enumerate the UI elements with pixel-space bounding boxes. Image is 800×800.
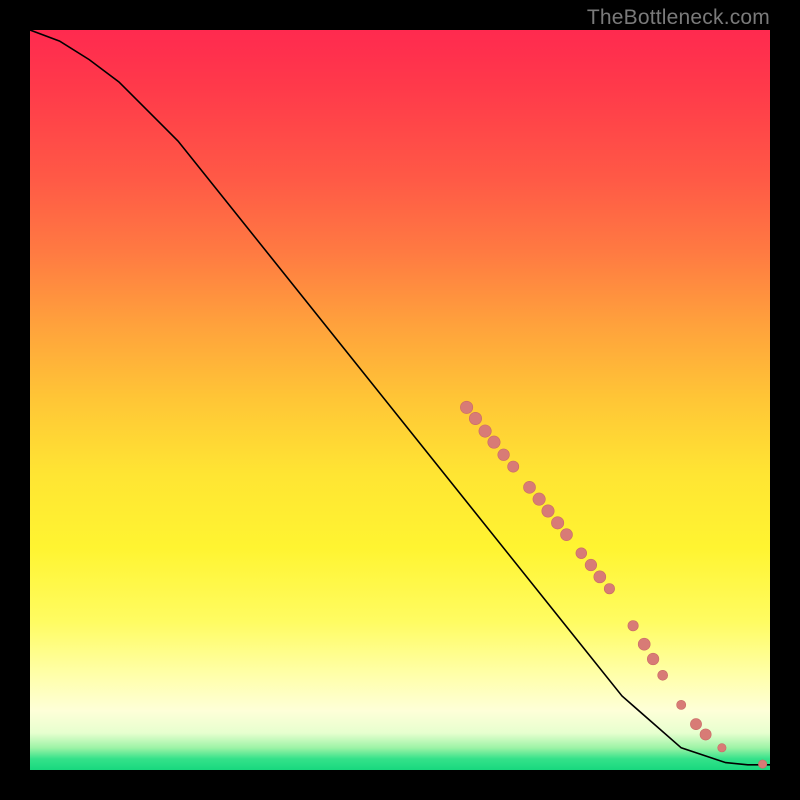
data-marker [533,493,545,505]
data-marker [628,621,638,631]
data-marker [594,571,606,583]
data-marker [524,481,536,493]
data-marker [508,461,519,472]
data-marker [551,517,563,529]
data-marker [604,584,614,594]
data-marker [498,449,510,461]
data-marker [690,719,701,730]
data-marker [561,529,573,541]
data-marker [718,744,726,752]
curve-line [30,30,770,765]
watermark-text: TheBottleneck.com [587,6,770,30]
data-marker [758,760,766,768]
data-marker [638,638,650,650]
data-marker [542,505,554,517]
data-marker [576,548,587,559]
data-marker [479,425,491,437]
data-marker [460,401,472,413]
data-marker [677,700,686,709]
data-marker [647,653,659,665]
chart-svg [30,30,770,770]
data-marker [585,559,597,571]
markers-group [460,401,766,768]
data-marker [469,412,481,424]
data-marker [488,436,500,448]
data-marker [700,729,711,740]
data-marker [658,670,668,680]
chart-frame: TheBottleneck.com [0,0,800,800]
